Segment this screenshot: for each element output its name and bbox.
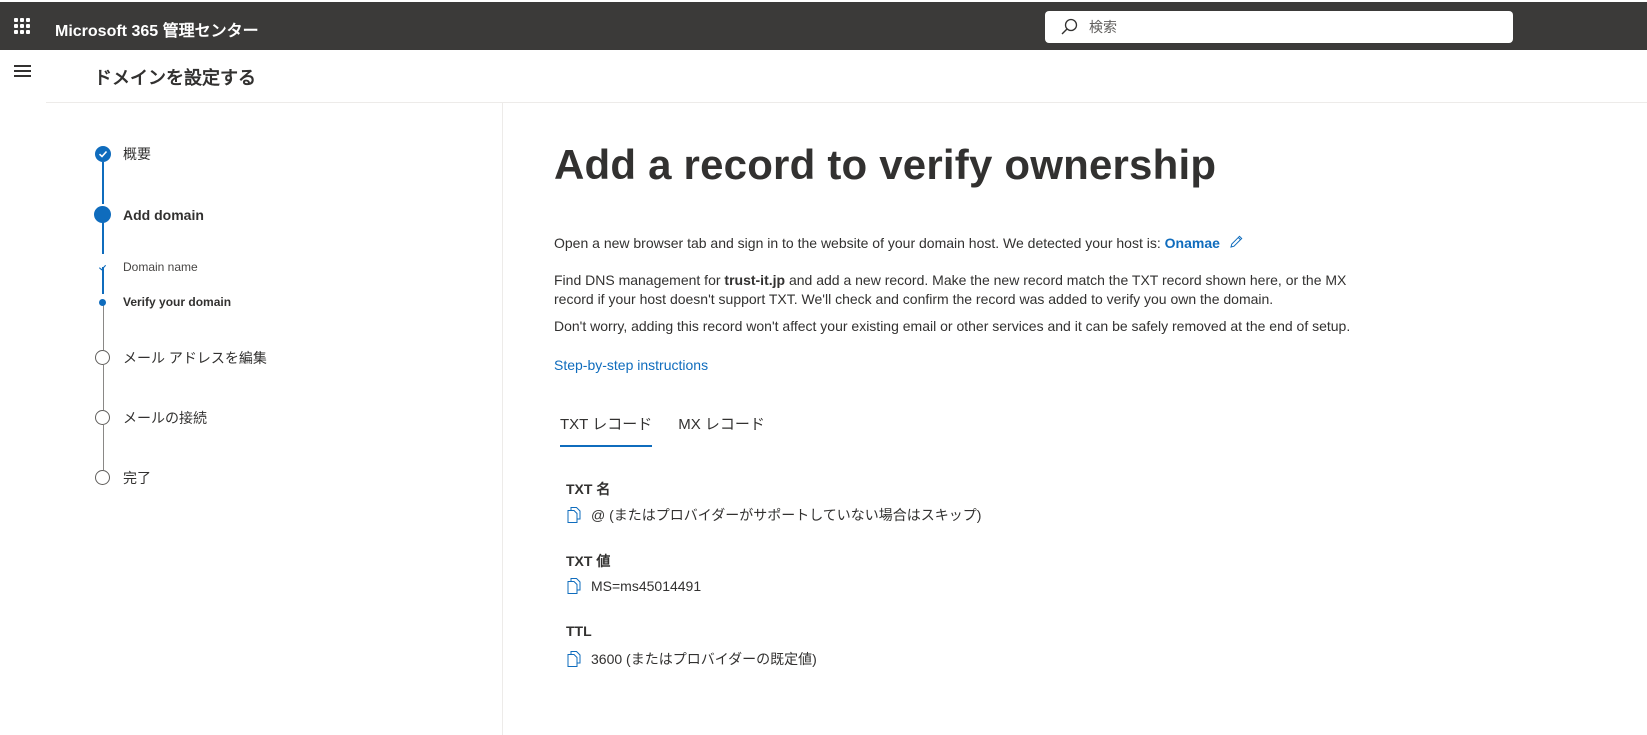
- step-connector: [103, 305, 104, 350]
- page-title: ドメインを設定する: [94, 68, 256, 88]
- host-name-link[interactable]: Onamae: [1165, 235, 1220, 251]
- checkmark-icon: [98, 264, 107, 271]
- dns-instructions-prefix: Find DNS management for: [554, 272, 725, 288]
- incomplete-step-indicator: [95, 410, 110, 425]
- reassurance-text: Don't worry, adding this record won't af…: [554, 318, 1351, 334]
- detected-host-text: Open a new browser tab and sign in to th…: [554, 234, 1384, 253]
- page-header: ドメインを設定する: [46, 50, 1647, 103]
- search-box[interactable]: [1045, 11, 1513, 43]
- step-label: メール アドレスを編集: [123, 349, 267, 366]
- ttl-label: TTL: [566, 623, 592, 639]
- incomplete-step-indicator: [95, 470, 110, 485]
- txt-value-row: MS=ms45014491: [566, 577, 701, 595]
- step-connector: [103, 425, 104, 470]
- record-type-tabs: TXT レコード MX レコード: [560, 403, 791, 447]
- page-headline: Add a record to verify ownership: [554, 141, 1217, 188]
- current-step-indicator: [94, 206, 111, 223]
- step-connector: [102, 162, 104, 204]
- copy-icon[interactable]: [566, 506, 582, 524]
- substep-label: Verify your domain: [123, 295, 232, 309]
- substep-label: Domain name: [123, 260, 198, 274]
- step-label: メールの接続: [123, 409, 207, 426]
- txt-name-value-row: @ (またはプロバイダーがサポートしていない場合はスキップ): [566, 505, 981, 525]
- ttl-value: 3600 (またはプロバイダーの既定値): [591, 651, 817, 667]
- tab-txt-record[interactable]: TXT レコード: [560, 403, 653, 447]
- txt-value: MS=ms45014491: [591, 578, 702, 594]
- txt-value-label: TXT 値: [566, 553, 611, 569]
- edit-pencil-icon[interactable]: [1228, 234, 1244, 250]
- current-substep-indicator: [99, 298, 106, 306]
- app-title[interactable]: Microsoft 365 管理センター: [55, 17, 259, 41]
- ttl-value-row: 3600 (またはプロバイダーの既定値): [566, 649, 817, 669]
- top-bar: Microsoft 365 管理センター: [0, 0, 1647, 50]
- step-label: 概要: [123, 146, 151, 162]
- txt-name-label: TXT 名: [566, 481, 611, 497]
- setup-steps-pane: 概要 Add domain Domain name Verify your do…: [46, 103, 503, 735]
- step-by-step-link[interactable]: Step-by-step instructions: [554, 356, 708, 375]
- search-icon: [1061, 18, 1078, 35]
- step-label: 完了: [123, 469, 151, 486]
- tab-mx-record[interactable]: MX レコード: [678, 403, 765, 447]
- step-label: Add domain: [123, 206, 204, 223]
- copy-icon[interactable]: [566, 577, 582, 595]
- nav-menu-icon[interactable]: [14, 65, 32, 79]
- detected-host-prefix: Open a new browser tab and sign in to th…: [554, 235, 1165, 251]
- step-connector: [103, 365, 104, 410]
- copy-icon[interactable]: [566, 650, 582, 668]
- app-launcher-icon[interactable]: [14, 18, 30, 34]
- checkmark-icon: [95, 146, 111, 162]
- step-connector: [102, 220, 104, 254]
- domain-name: trust-it.jp: [724, 272, 786, 288]
- search-input[interactable]: [1089, 19, 1489, 35]
- dns-instructions-text: Find DNS management for trust-it.jp and …: [554, 271, 1384, 309]
- txt-name-value: @ (またはプロバイダーがサポートしていない場合はスキップ): [591, 507, 982, 523]
- incomplete-step-indicator: [95, 350, 110, 365]
